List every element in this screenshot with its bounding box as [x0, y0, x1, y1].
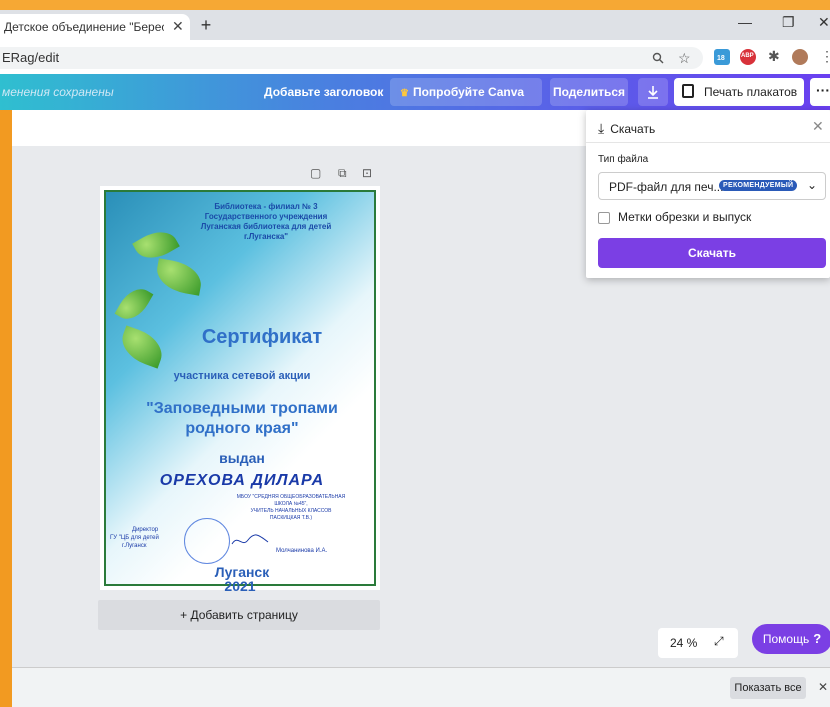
leaf-decoration	[153, 258, 205, 296]
school-line: УЧИТЕЛЬ НАЧАЛЬНЫХ КЛАССОВ	[250, 508, 332, 514]
download-button[interactable]	[638, 78, 668, 106]
chevron-down-icon: ⌄	[807, 178, 818, 192]
browser-tab[interactable]: Детское объединение "Береста ✕	[0, 14, 190, 40]
window-close-icon[interactable]: ✕	[818, 14, 830, 31]
extensions-puzzle-icon[interactable]: ✱	[768, 48, 780, 65]
file-type-value: PDF-файл для печ...	[609, 180, 724, 194]
org-line: Государственного учреждения	[204, 212, 328, 221]
file-type-label: Тип файла	[598, 154, 649, 165]
add-page-button[interactable]: + Добавить страницу	[98, 600, 380, 630]
try-pro-button[interactable]: ♛Попробуйте Canva Pro	[390, 78, 542, 129]
issued-label: выдан	[219, 450, 265, 466]
stamp-seal-icon	[184, 518, 230, 564]
signature-icon	[231, 534, 269, 545]
tab-title: Детское объединение "Береста	[4, 20, 164, 34]
help-label: Помощь	[762, 632, 810, 646]
extension-calendar-icon[interactable]: 18	[714, 49, 730, 65]
url-field[interactable]: ERag/edit ☆	[0, 47, 703, 69]
download-panel-header: ⤓ Скачать	[598, 120, 655, 137]
school-block: МБОУ "СРЕДНЯЯ ОБЩЕОБРАЗОВАТЕЛЬНАЯ ШКОЛА …	[206, 494, 374, 522]
zoom-value: 24 %	[670, 636, 698, 650]
org-line: г.Луганска"	[243, 232, 289, 241]
address-bar: ERag/edit ☆ 18 ABP ✱ ⋮	[0, 40, 830, 75]
adblock-icon[interactable]: ABP	[740, 49, 756, 65]
certificate-page[interactable]: Библиотека - филиал № 3 Государственного…	[100, 186, 380, 594]
org-line: Библиотека - филиал № 3	[214, 202, 318, 211]
adblock-label: ABP	[741, 53, 754, 59]
help-button[interactable]: Помощь?	[752, 624, 830, 654]
school-line: ШКОЛА №45",	[274, 501, 308, 507]
print-posters-button[interactable]: Печать плакатов	[674, 78, 804, 106]
help-question-icon: ?	[813, 631, 822, 646]
design-title-field[interactable]: Добавьте заголовок	[264, 85, 383, 99]
tab-strip: Детское объединение "Береста ✕ + — ❐ ✕	[0, 10, 830, 40]
zoom-lens-icon[interactable]	[652, 52, 664, 64]
download-panel: ⤓ Скачать ✕ Тип файла PDF-файл для печ...…	[586, 110, 830, 278]
new-tab-button[interactable]: +	[196, 16, 216, 36]
browser-window: Детское объединение "Береста ✕ + — ❐ ✕ E…	[0, 10, 830, 707]
page-note-icon[interactable]: ▢	[310, 166, 321, 180]
extension-badge: 18	[717, 55, 725, 62]
crown-icon: ♛	[400, 88, 409, 99]
browser-menu-icon[interactable]: ⋮	[820, 48, 830, 65]
leaf-decoration	[114, 282, 154, 326]
fullscreen-icon[interactable]: ⤢	[714, 634, 724, 649]
bookmark-star-icon[interactable]: ☆	[678, 47, 691, 69]
download-shelf: Показать все ✕	[12, 667, 830, 707]
download-icon	[648, 86, 658, 99]
director-line: Директор	[132, 527, 159, 533]
org-line: Луганская библиотека для детей	[200, 222, 332, 231]
url-text: ERag/edit	[2, 50, 60, 65]
action-title-line: родного края"	[185, 420, 299, 437]
director-line: г.Луганск	[122, 543, 147, 549]
duplicate-page-icon[interactable]: ⧉	[338, 166, 347, 181]
signer-name: Молчанинова И.А.	[276, 548, 328, 554]
download-arrow-icon: ⤓	[598, 120, 605, 136]
tab-close-icon[interactable]: ✕	[172, 18, 184, 35]
certificate-subtitle: участника сетевой акции	[173, 370, 311, 382]
minimize-icon[interactable]: —	[738, 14, 752, 30]
show-all-button[interactable]: Показать все	[730, 677, 806, 699]
add-page-icon[interactable]: ⊡	[362, 166, 372, 180]
action-title-line: "Заповедными тропами	[146, 400, 338, 417]
poster-icon	[682, 84, 694, 98]
print-posters-label: Печать плакатов	[704, 85, 798, 99]
director-line: ГУ "ЦБ для детей	[110, 535, 159, 541]
left-orange-frame	[0, 110, 12, 707]
panel-close-icon[interactable]: ✕	[812, 118, 824, 135]
crop-marks-option[interactable]: Метки обрезки и выпуск	[598, 210, 751, 224]
more-options-button[interactable]: ···	[810, 78, 830, 106]
canva-toolbar: менения сохранены Добавьте заголовок ♛ По…	[0, 74, 830, 129]
recommended-badge: РЕКОМЕНДУЕМЫЙ	[719, 180, 798, 191]
school-line: МБОУ "СРЕДНЯЯ ОБЩЕОБРАЗОВАТЕЛЬНАЯ	[236, 494, 346, 500]
certificate-year: 2021	[224, 578, 256, 594]
certificate-artwork: Библиотека - филиал № 3 Государственного…	[104, 190, 376, 586]
maximize-icon[interactable]: ❐	[782, 14, 795, 31]
school-line: ПАСКИЦКАЯ Т.В.)	[269, 515, 313, 521]
certificate-heading: Сертификат	[201, 326, 323, 348]
org-block: Библиотека - филиал № 3 Государственного…	[166, 202, 366, 242]
file-type-select[interactable]: PDF-файл для печ... РЕКОМЕНДУЕМЫЙ ⌄	[598, 172, 826, 200]
director-block: Директор ГУ "ЦБ для детей г.Луганск	[110, 526, 159, 550]
shelf-close-icon[interactable]: ✕	[818, 680, 828, 694]
download-submit-button[interactable]: Скачать	[598, 238, 826, 268]
profile-avatar[interactable]	[792, 49, 808, 65]
share-button[interactable]: Поделиться	[550, 78, 628, 106]
recipient-name: ОРЕХОВА ДИЛАРА	[159, 472, 325, 489]
divider	[586, 142, 830, 143]
download-panel-title: Скачать	[610, 122, 656, 136]
zoom-control[interactable]: 24 % ⤢	[658, 628, 738, 658]
save-status: менения сохранены	[2, 85, 114, 99]
crop-marks-checkbox[interactable]	[598, 211, 610, 224]
crop-marks-label: Метки обрезки и выпуск	[618, 210, 752, 224]
